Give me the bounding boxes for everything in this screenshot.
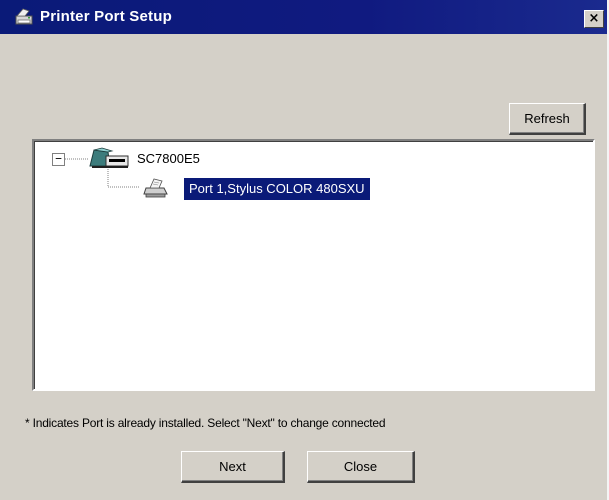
tree-connector-lines <box>65 158 140 188</box>
collapse-toggle[interactable]: − <box>52 153 65 166</box>
printer-icon <box>142 176 170 200</box>
window-title: Printer Port Setup <box>40 8 172 25</box>
window-close-button[interactable]: × <box>584 10 604 28</box>
network-computer-icon <box>88 146 132 170</box>
next-button[interactable]: Next <box>181 451 285 483</box>
status-message: * Indicates Port is already installed. S… <box>25 416 386 430</box>
close-button[interactable]: Close <box>307 451 415 483</box>
title-bar[interactable]: Printer Port Setup × <box>0 0 607 34</box>
tree-node-port-1[interactable]: Port 1,Stylus COLOR 480SXU <box>184 178 370 200</box>
printer-port-setup-dialog: Printer Port Setup × Refresh − SC7800E5 <box>0 0 609 500</box>
tree-node-sc7800e5[interactable]: SC7800E5 <box>137 151 200 166</box>
printer-setup-icon <box>13 7 35 27</box>
port-tree-view[interactable]: − SC7800E5 Port 1,Stylus COLOR 480SXU <box>32 139 595 391</box>
refresh-button[interactable]: Refresh <box>509 103 586 135</box>
